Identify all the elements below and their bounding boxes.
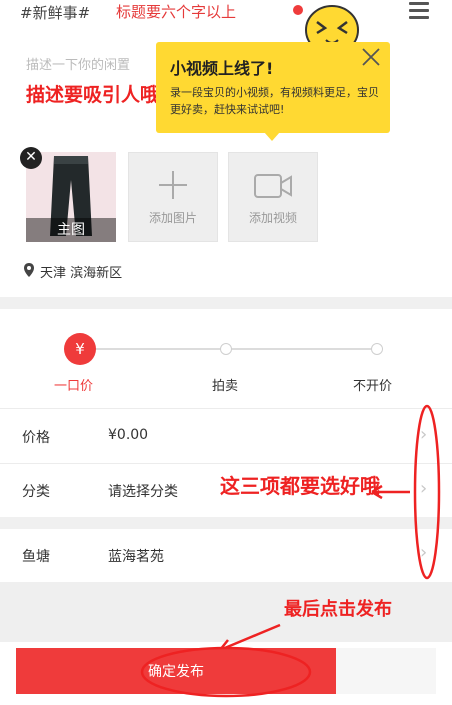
- publish-circle-annotation: [140, 646, 312, 698]
- publish-hint-annotation: 最后点击发布: [284, 599, 392, 620]
- publish-bar-right: [336, 648, 436, 694]
